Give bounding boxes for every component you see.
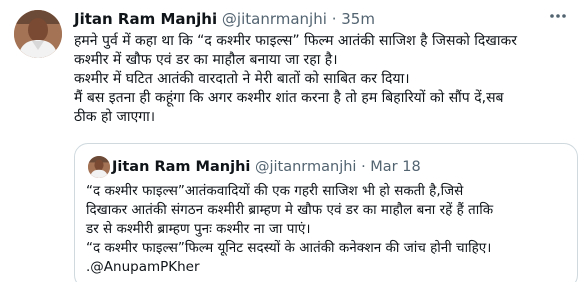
quoted-tweet-text: “द कश्मीर फाइल्स”आतंकवादियों की एक गहरी … <box>86 182 574 277</box>
quoted-text-line: डर से कश्मीरी ब्राम्हण पुनः कश्मीर ना जा… <box>86 221 311 237</box>
quoted-mention[interactable]: .@AnupamPKher <box>86 258 574 277</box>
tweet-text-line: हमने पुर्व में कहा था कि “द कश्मीर फाइल्… <box>74 33 517 49</box>
tweet-timestamp[interactable]: 35m <box>341 10 375 28</box>
tweet-header: Jitan Ram Manjhi @jitanrmanjhi · 35m <box>74 9 375 29</box>
quoted-separator-dot: · <box>361 159 366 175</box>
author-handle[interactable]: @jitanrmanjhi <box>222 10 327 28</box>
separator-dot: · <box>331 10 337 28</box>
quoted-author-handle[interactable]: @jitanrmanjhi <box>255 159 356 175</box>
quoted-text-line: “द कश्मीर फाइल्स”आतंकवादियों की एक गहरी … <box>86 183 464 199</box>
tweet-text: हमने पुर्व में कहा था कि “द कश्मीर फाइल्… <box>74 32 580 127</box>
author-name[interactable]: Jitan Ram Manjhi <box>74 10 217 28</box>
quoted-author-name[interactable]: Jitan Ram Manjhi <box>112 159 250 175</box>
more-horizontal-icon[interactable] <box>547 6 569 26</box>
avatar[interactable] <box>14 10 62 58</box>
tweet-text-line: मैं बस इतना ही कहूंगा कि अगर कश्मीर शांत… <box>74 90 504 106</box>
quoted-text-line: दिखाकर आतंकी संगठन कश्मीरी ब्राम्हण मे ख… <box>86 202 494 218</box>
quoted-timestamp[interactable]: Mar 18 <box>370 159 420 175</box>
tweet-text-line: कश्मीर में घटित आतंकी वारदातो ने मेरी बा… <box>74 71 410 87</box>
tweet[interactable]: Jitan Ram Manjhi @jitanrmanjhi · 35m हमन… <box>0 0 585 282</box>
quoted-text-line: “द कश्मीर फाइल्स”फिल्म यूनिट सदस्यों के … <box>86 240 492 256</box>
quoted-avatar[interactable] <box>88 156 110 178</box>
tweet-text-line: कश्मीर में खौफ एवं डर का माहौल बनाया जा … <box>74 52 338 68</box>
tweet-text-line: ठीक हो जाएगा। <box>74 109 156 125</box>
quoted-tweet-header: Jitan Ram Manjhi @jitanrmanjhi · Mar 18 <box>112 157 421 177</box>
